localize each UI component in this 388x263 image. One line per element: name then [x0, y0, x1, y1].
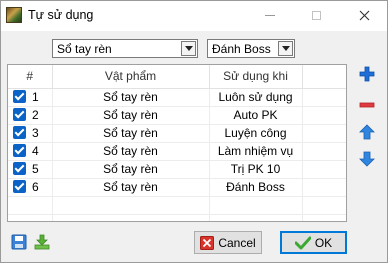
empty-row	[8, 214, 346, 221]
plus-icon	[359, 66, 375, 82]
table-row[interactable]: 6 Sổ tay rèn Đánh Boss	[8, 178, 346, 197]
row-index: 6	[32, 180, 39, 194]
column-header-when[interactable]: Sử dụng khi	[209, 65, 303, 89]
row-index: 5	[32, 162, 39, 176]
column-header-spacer	[302, 65, 346, 89]
row-checkbox[interactable]	[13, 108, 26, 121]
table-row[interactable]: 5 Sổ tay rèn Trị PK 10	[8, 160, 346, 179]
item-select-value: Sổ tay rèn	[57, 41, 112, 56]
arrow-down-icon	[359, 151, 375, 167]
save-icon	[11, 234, 27, 250]
minimize-icon	[265, 15, 275, 16]
load-button[interactable]	[34, 234, 50, 250]
maximize-button[interactable]	[293, 1, 339, 30]
ok-label: OK	[314, 235, 333, 250]
auto-use-list[interactable]: # Vật phẩm Sử dụng khi 1 Sổ tay rèn Luôn…	[7, 64, 347, 222]
row-index-cell: 5	[8, 160, 53, 179]
table-row[interactable]: 3 Sổ tay rèn Luyện công	[8, 124, 346, 143]
row-index-cell: 6	[8, 178, 53, 197]
table-header-row: # Vật phẩm Sử dụng khi	[8, 65, 346, 89]
use-condition-select[interactable]: Đánh Boss	[207, 39, 295, 58]
row-when-cell: Luyện công	[209, 124, 303, 143]
save-button[interactable]	[11, 234, 27, 250]
cancel-label: Cancel	[218, 235, 256, 250]
row-when-cell: Đánh Boss	[209, 178, 303, 197]
cancel-button[interactable]: Cancel	[194, 231, 262, 254]
row-index: 1	[32, 90, 39, 104]
row-when-cell: Luôn sử dụng	[209, 88, 303, 107]
row-index-cell: 1	[8, 88, 53, 107]
row-index: 2	[32, 108, 39, 122]
row-checkbox[interactable]	[13, 90, 26, 103]
row-spacer-cell	[302, 178, 346, 197]
empty-row	[8, 196, 346, 215]
app-icon	[6, 7, 22, 23]
auto-use-table: # Vật phẩm Sử dụng khi 1 Sổ tay rèn Luôn…	[8, 65, 346, 221]
move-down-button[interactable]	[357, 149, 377, 169]
row-when-cell: Trị PK 10	[209, 160, 303, 179]
row-item-cell: Sổ tay rèn	[52, 178, 210, 197]
checkmark-icon	[294, 236, 311, 249]
move-up-button[interactable]	[357, 122, 377, 142]
table-row[interactable]: 4 Sổ tay rèn Làm nhiệm vụ	[8, 142, 346, 161]
row-spacer-cell	[302, 106, 346, 125]
chevron-down-icon[interactable]	[278, 41, 293, 56]
table-row[interactable]: 1 Sổ tay rèn Luôn sử dụng	[8, 88, 346, 107]
download-icon	[34, 234, 50, 250]
row-index: 3	[32, 126, 39, 140]
maximize-icon	[311, 11, 321, 20]
title-bar: Tự sử dụng	[1, 1, 387, 31]
row-spacer-cell	[302, 88, 346, 107]
arrow-up-icon	[359, 124, 375, 140]
close-icon	[359, 10, 369, 21]
row-spacer-cell	[302, 124, 346, 143]
minimize-button[interactable]	[247, 1, 293, 30]
ok-button[interactable]: OK	[280, 231, 347, 254]
cancel-icon	[200, 235, 215, 250]
remove-button[interactable]	[357, 95, 377, 115]
use-condition-select-value: Đánh Boss	[212, 41, 271, 56]
row-when-cell: Làm nhiệm vụ	[209, 142, 303, 161]
close-button[interactable]	[341, 1, 387, 30]
row-index: 4	[32, 144, 39, 158]
row-index-cell: 3	[8, 124, 53, 143]
row-index-cell: 4	[8, 142, 53, 161]
row-item-cell: Sổ tay rèn	[52, 88, 210, 107]
column-header-item[interactable]: Vật phẩm	[52, 65, 210, 89]
row-item-cell: Sổ tay rèn	[52, 124, 210, 143]
row-spacer-cell	[302, 142, 346, 161]
row-when-cell: Auto PK	[209, 106, 303, 125]
row-spacer-cell	[302, 160, 346, 179]
row-item-cell: Sổ tay rèn	[52, 142, 210, 161]
table-row[interactable]: 2 Sổ tay rèn Auto PK	[8, 106, 346, 125]
dialog-window: Tự sử dụng Sổ tay rèn Đánh Boss # Vật ph…	[0, 0, 388, 263]
row-checkbox[interactable]	[13, 162, 26, 175]
column-header-index[interactable]: #	[8, 65, 53, 89]
window-title: Tự sử dụng	[28, 8, 94, 22]
row-checkbox[interactable]	[13, 180, 26, 193]
row-item-cell: Sổ tay rèn	[52, 106, 210, 125]
chevron-down-icon[interactable]	[181, 41, 196, 56]
minus-icon	[359, 102, 375, 108]
row-item-cell: Sổ tay rèn	[52, 160, 210, 179]
item-select[interactable]: Sổ tay rèn	[52, 39, 198, 58]
row-checkbox[interactable]	[13, 126, 26, 139]
row-index-cell: 2	[8, 106, 53, 125]
row-checkbox[interactable]	[13, 144, 26, 157]
add-button[interactable]	[357, 64, 377, 84]
